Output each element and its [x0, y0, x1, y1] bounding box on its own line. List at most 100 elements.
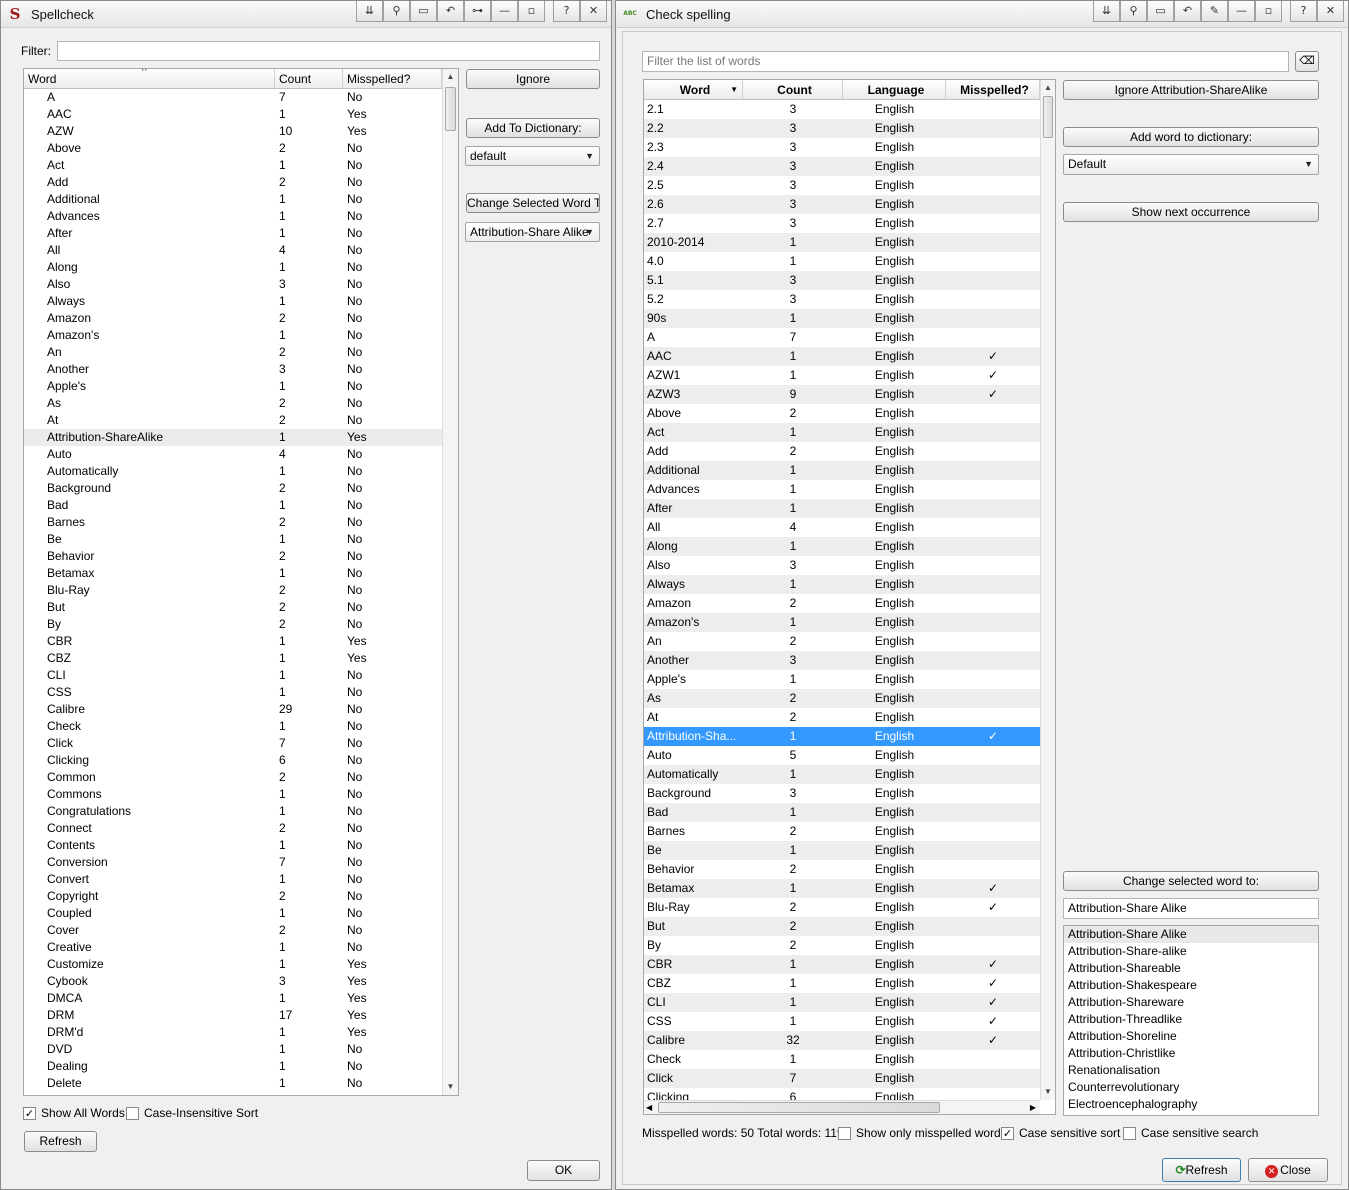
table-row[interactable]: Click 7 No	[24, 735, 442, 752]
vertical-scrollbar[interactable]: ▲ ▼	[1040, 80, 1055, 1100]
table-row[interactable]: As 2 English	[644, 689, 1040, 708]
column-language[interactable]: Language	[843, 80, 946, 99]
table-row[interactable]: By 2 English	[644, 936, 1040, 955]
rollup-icon[interactable]: ⇊	[1093, 1, 1120, 22]
add-to-dictionary-button[interactable]: Add To Dictionary:	[466, 118, 600, 138]
column-count[interactable]: Count	[743, 80, 843, 99]
table-row[interactable]: 4.0 1 English	[644, 252, 1040, 271]
table-row[interactable]: Cybook 3 Yes	[24, 973, 442, 990]
table-row[interactable]: Also 3 No	[24, 276, 442, 293]
table-row[interactable]: Additional 1 English	[644, 461, 1040, 480]
table-row[interactable]: Barnes 2 No	[24, 514, 442, 531]
vertical-scrollbar[interactable]: ▲ ▼	[442, 69, 458, 1095]
table-row[interactable]: Along 1 No	[24, 259, 442, 276]
table-row[interactable]: Another 3 No	[24, 361, 442, 378]
column-misspelled[interactable]: Misspelled?	[343, 69, 442, 88]
table-row[interactable]: Behavior 2 English	[644, 860, 1040, 879]
column-word[interactable]: Word ▼	[644, 80, 743, 99]
table-row[interactable]: Above 2 No	[24, 140, 442, 157]
table-row[interactable]: An 2 English	[644, 632, 1040, 651]
pin-icon[interactable]: ⚲	[383, 1, 410, 22]
table-row[interactable]: CBZ 1 Yes	[24, 650, 442, 667]
table-row[interactable]: Always 1 English	[644, 575, 1040, 594]
table-row[interactable]: Act 1 English	[644, 423, 1040, 442]
close-button[interactable]: ✕ Close	[1248, 1158, 1328, 1182]
shade-icon[interactable]: ▭	[1147, 1, 1174, 22]
horizontal-scrollbar[interactable]: ◀ ▶	[644, 1100, 1040, 1114]
table-row[interactable]: Amazon's 1 No	[24, 327, 442, 344]
ok-button[interactable]: OK	[527, 1160, 600, 1181]
scroll-down-icon[interactable]: ▼	[1041, 1084, 1055, 1100]
table-row[interactable]: Convert 1 No	[24, 871, 442, 888]
case-sensitive-sort-checkbox[interactable]: ✓ Case sensitive sort	[1001, 1126, 1120, 1140]
suggestions-list[interactable]: Attribution-Share Alike Attribution-Share…	[1063, 925, 1319, 1116]
close-icon[interactable]: ✕	[1317, 1, 1344, 22]
filter-input[interactable]	[57, 41, 600, 61]
table-row[interactable]: Apple's 1 No	[24, 378, 442, 395]
table-row[interactable]: Apple's 1 English	[644, 670, 1040, 689]
ignore-word-button[interactable]: Ignore Attribution-ShareAlike	[1063, 80, 1319, 100]
scroll-down-icon[interactable]: ▼	[443, 1079, 458, 1095]
table-row[interactable]: Cover 2 No	[24, 922, 442, 939]
table-row[interactable]: 2010-2014 1 English	[644, 233, 1040, 252]
undo-icon[interactable]: ↶	[1174, 1, 1201, 22]
table-row[interactable]: Automatically 1 No	[24, 463, 442, 480]
add-to-dictionary-button[interactable]: Add word to dictionary:	[1063, 127, 1319, 147]
table-row[interactable]: Act 1 No	[24, 157, 442, 174]
table-row[interactable]: Dealing 1 No	[24, 1058, 442, 1075]
scroll-thumb[interactable]	[1043, 96, 1053, 138]
case-insensitive-sort-checkbox[interactable]: Case-Insensitive Sort	[126, 1106, 258, 1120]
table-row[interactable]: Click 7 English	[644, 1069, 1040, 1088]
table-row[interactable]: Bad 1 English	[644, 803, 1040, 822]
table-row[interactable]: DMCA 1 Yes	[24, 990, 442, 1007]
table-row[interactable]: Coupled 1 No	[24, 905, 442, 922]
table-row[interactable]: Amazon 2 English	[644, 594, 1040, 613]
show-all-words-checkbox[interactable]: ✓ Show All Words	[23, 1106, 125, 1120]
table-row[interactable]: Auto 5 English	[644, 746, 1040, 765]
show-only-misspelled-checkbox[interactable]: Show only misspelled words	[838, 1126, 1007, 1140]
table-row[interactable]: 2.5 3 English	[644, 176, 1040, 195]
suggestion-item[interactable]: Attribution-Shoreline	[1064, 1028, 1318, 1045]
table-row[interactable]: A 7 No	[24, 89, 442, 106]
column-count[interactable]: Count	[275, 69, 343, 88]
maximize-icon[interactable]: ▫	[518, 1, 545, 22]
table-row[interactable]: Add 2 English	[644, 442, 1040, 461]
table-row[interactable]: But 2 No	[24, 599, 442, 616]
suggestion-item[interactable]: Attribution-Christlike	[1064, 1045, 1318, 1062]
scroll-up-icon[interactable]: ▲	[443, 69, 458, 85]
table-row[interactable]: CLI 1 English ✓	[644, 993, 1040, 1012]
minimize-icon[interactable]: —	[1228, 1, 1255, 22]
table-row[interactable]: Above 2 English	[644, 404, 1040, 423]
table-row[interactable]: AAC 1 Yes	[24, 106, 442, 123]
close-icon[interactable]: ✕	[580, 1, 607, 22]
table-row[interactable]: DVD 1 No	[24, 1041, 442, 1058]
suggestion-item[interactable]: Attribution-Shareware	[1064, 994, 1318, 1011]
table-row[interactable]: Background 2 No	[24, 480, 442, 497]
table-row[interactable]: Customize 1 Yes	[24, 956, 442, 973]
table-row[interactable]: At 2 No	[24, 412, 442, 429]
dictionary-select[interactable]: Default ▼	[1063, 154, 1319, 175]
table-row[interactable]: At 2 English	[644, 708, 1040, 727]
suggestion-item[interactable]: Electroencephalography	[1064, 1096, 1318, 1113]
table-row[interactable]: DRM'd 1 Yes	[24, 1024, 442, 1041]
table-row[interactable]: CBR 1 English ✓	[644, 955, 1040, 974]
table-row[interactable]: As 2 No	[24, 395, 442, 412]
word-filter-input[interactable]: Filter the list of words	[642, 51, 1289, 72]
table-row[interactable]: CLI 1 No	[24, 667, 442, 684]
table-row[interactable]: Commons 1 No	[24, 786, 442, 803]
table-row[interactable]: 2.7 3 English	[644, 214, 1040, 233]
case-sensitive-search-checkbox[interactable]: Case sensitive search	[1123, 1126, 1258, 1140]
table-row[interactable]: Be 1 No	[24, 531, 442, 548]
table-row[interactable]: Attribution-Sha... 1 English ✓	[644, 727, 1040, 746]
change-word-button[interactable]: Change selected word to:	[1063, 871, 1319, 891]
table-row[interactable]: CSS 1 English ✓	[644, 1012, 1040, 1031]
table-row[interactable]: Blu-Ray 2 No	[24, 582, 442, 599]
table-row[interactable]: AZW 10 Yes	[24, 123, 442, 140]
table-row[interactable]: After 1 No	[24, 225, 442, 242]
table-row[interactable]: Contents 1 No	[24, 837, 442, 854]
table-row[interactable]: Conversion 7 No	[24, 854, 442, 871]
pen-icon[interactable]: ✎	[1201, 1, 1228, 22]
table-row[interactable]: Be 1 English	[644, 841, 1040, 860]
column-misspelled[interactable]: Misspelled?	[946, 80, 1040, 99]
suggestion-item[interactable]: Attribution-Share Alike	[1064, 926, 1318, 943]
